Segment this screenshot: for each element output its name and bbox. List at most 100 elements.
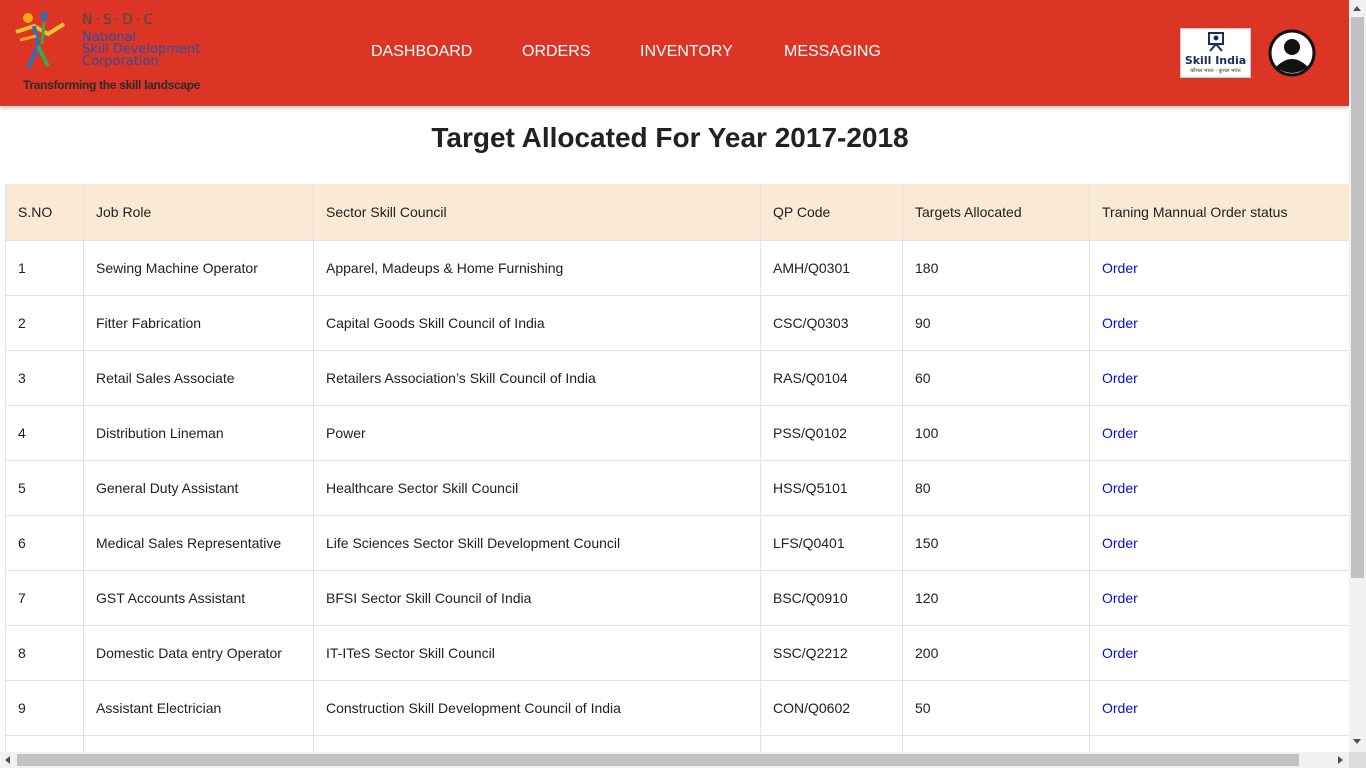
order-link[interactable]: Order [1102, 480, 1138, 496]
cell-order-status [1089, 735, 1349, 752]
order-link[interactable]: Order [1102, 700, 1138, 716]
user-avatar-icon[interactable] [1268, 29, 1316, 77]
cell-sno [5, 735, 84, 752]
cell-order-status: Order [1089, 680, 1349, 736]
top-navbar: N·S·D·C National Skill Development Corpo… [0, 0, 1349, 106]
targets-table-container: S.NO Job Role Sector Skill Council QP Co… [5, 184, 1349, 752]
cell-qp-code: BSC/Q0910 [760, 570, 903, 626]
cell-job-role: Fitter Fabrication [83, 295, 314, 351]
cell-target: 60 [902, 350, 1090, 406]
order-link[interactable]: Order [1102, 425, 1138, 441]
cell-job-role: Domestic Data entry Operator [83, 625, 314, 681]
cell-qp-code: RAS/Q0104 [760, 350, 903, 406]
logo-line-3: Corporation [82, 54, 159, 69]
scroll-up-arrow-icon[interactable] [1353, 6, 1361, 11]
cell-sno: 4 [5, 405, 84, 461]
order-link[interactable]: Order [1102, 590, 1138, 606]
vertical-scrollbar[interactable] [1349, 0, 1366, 752]
page-title: Target Allocated For Year 2017-2018 [431, 122, 909, 153]
nav-inventory[interactable]: INVENTORY [640, 43, 733, 61]
cell-ssc: IT-ITeS Sector Skill Council [313, 625, 761, 681]
cell-job-role: Assistant Electrician [83, 680, 314, 736]
table-row: 1 Sewing Machine Operator Apparel, Madeups… [5, 240, 1349, 296]
cell-target: 200 [902, 625, 1090, 681]
cell-qp-code: PSS/Q0102 [760, 405, 903, 461]
cell-ssc: BFSI Sector Skill Council of India [313, 570, 761, 626]
nsdc-logo[interactable]: N·S·D·C National Skill Development Corpo… [14, 10, 214, 96]
col-header-order-status: Traning Mannual Order status [1089, 184, 1349, 241]
scroll-down-arrow-icon[interactable] [1353, 739, 1361, 744]
cell-qp-code [760, 735, 903, 752]
cell-order-status: Order [1089, 350, 1349, 406]
logo-tagline: Transforming the skill landscape [23, 78, 201, 92]
col-header-targets: Targets Allocated [902, 184, 1090, 241]
cell-sno: 7 [5, 570, 84, 626]
horizontal-scroll-thumb[interactable] [17, 754, 1299, 766]
cell-target: 100 [902, 405, 1090, 461]
table-header-row: S.NO Job Role Sector Skill Council QP Co… [5, 184, 1349, 241]
order-link[interactable]: Order [1102, 535, 1138, 551]
cell-qp-code: HSS/Q5101 [760, 460, 903, 516]
cell-order-status: Order [1089, 295, 1349, 351]
cell-order-status: Order [1089, 405, 1349, 461]
col-header-sno: S.NO [5, 184, 84, 241]
table-row: 3 Retail Sales Associate Retailers Associa… [5, 350, 1349, 406]
cell-target [902, 735, 1090, 752]
order-link[interactable]: Order [1102, 370, 1138, 386]
cell-ssc [313, 735, 761, 752]
skill-india-logo: Skill India कौशल भारत - कुशल भारत [1180, 28, 1251, 78]
cell-order-status: Order [1089, 240, 1349, 296]
cell-job-role: GST Accounts Assistant [83, 570, 314, 626]
logo-acronym: N·S·D·C [82, 12, 157, 28]
nav-orders[interactable]: ORDERS [522, 43, 590, 61]
nsdc-figure-icon [15, 12, 66, 69]
cell-order-status: Order [1089, 570, 1349, 626]
cell-job-role: General Duty Assistant [83, 460, 314, 516]
cell-sno: 3 [5, 350, 84, 406]
cell-order-status: Order [1089, 515, 1349, 571]
cell-ssc: Retailers Association’s Skill Council of… [313, 350, 761, 406]
table-row: 6 Medical Sales Representative Life Scienc… [5, 515, 1349, 571]
cell-ssc: Power [313, 405, 761, 461]
col-header-qp-code: QP Code [760, 184, 903, 241]
skill-india-emblem-icon [1208, 32, 1224, 52]
cell-sno: 6 [5, 515, 84, 571]
nav-messaging[interactable]: MESSAGING [784, 43, 881, 61]
order-link[interactable]: Order [1102, 315, 1138, 331]
cell-qp-code: CSC/Q0303 [760, 295, 903, 351]
scroll-right-arrow-icon[interactable] [1338, 756, 1343, 764]
order-link[interactable]: Order [1102, 260, 1138, 276]
vertical-scroll-thumb[interactable] [1351, 17, 1364, 578]
table-row: 2 Fitter Fabrication Capital Goods Skill C… [5, 295, 1349, 351]
targets-table: S.NO Job Role Sector Skill Council QP Co… [5, 184, 1349, 752]
scrollbar-corner [1349, 752, 1366, 768]
cell-target: 80 [902, 460, 1090, 516]
col-header-ssc: Sector Skill Council [313, 184, 761, 241]
cell-target: 50 [902, 680, 1090, 736]
table-row: 5 General Duty Assistant Healthcare Sector… [5, 460, 1349, 516]
cell-ssc: Capital Goods Skill Council of India [313, 295, 761, 351]
table-row: 8 Domestic Data entry Operator IT-ITeS Sec… [5, 625, 1349, 681]
cell-sno: 5 [5, 460, 84, 516]
table-row: 4 Distribution Lineman Power PSS/Q0102 100 Or… [5, 405, 1349, 461]
nav-dashboard[interactable]: DASHBOARD [371, 43, 472, 61]
cell-target: 90 [902, 295, 1090, 351]
cell-job-role: Medical Sales Representative [83, 515, 314, 571]
cell-ssc: Construction Skill Development Council o… [313, 680, 761, 736]
cell-order-status: Order [1089, 625, 1349, 681]
skill-india-title: Skill India [1184, 54, 1247, 67]
horizontal-scrollbar[interactable] [0, 752, 1349, 768]
cell-qp-code: SSC/Q2212 [760, 625, 903, 681]
cell-job-role: Retail Sales Associate [83, 350, 314, 406]
table-row: 9 Assistant Electrician Construction Skill… [5, 680, 1349, 736]
cell-qp-code: CON/Q0602 [760, 680, 903, 736]
col-header-job-role: Job Role [83, 184, 314, 241]
cell-target: 120 [902, 570, 1090, 626]
table-row: 7 GST Accounts Assistant BFSI Sector Skill… [5, 570, 1349, 626]
cell-sno: 8 [5, 625, 84, 681]
scroll-left-arrow-icon[interactable] [5, 756, 10, 764]
cell-sno: 1 [5, 240, 84, 296]
cell-sno: 9 [5, 680, 84, 736]
cell-ssc: Healthcare Sector Skill Council [313, 460, 761, 516]
order-link[interactable]: Order [1102, 645, 1138, 661]
